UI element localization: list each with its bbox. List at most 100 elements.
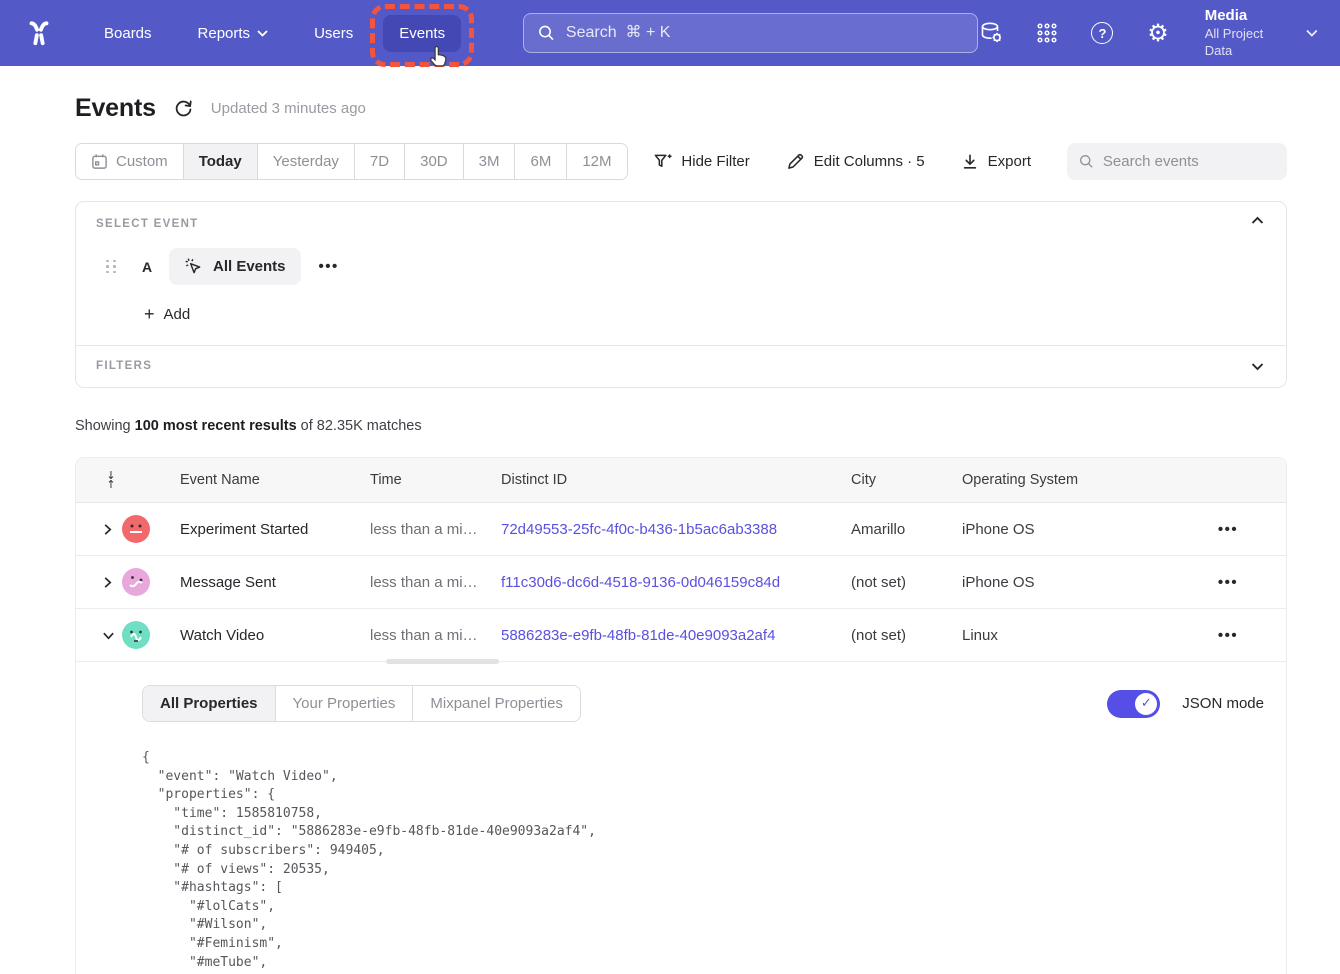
collapse-section-chevron-up-icon[interactable]	[1251, 216, 1264, 225]
events-page: Events Updated 3 minutes ago Custom Toda…	[75, 94, 1287, 974]
top-navbar: Boards Reports Users Events	[0, 0, 1340, 66]
global-search[interactable]	[523, 13, 978, 53]
chevron-down-icon	[102, 630, 115, 641]
row-more-options-button[interactable]: •••	[1170, 627, 1286, 644]
step-letter: A	[139, 259, 155, 275]
event-avatar	[122, 568, 150, 596]
expand-section-chevron-down-icon[interactable]	[1251, 362, 1264, 371]
cell-city: Amarillo	[851, 521, 962, 538]
calendar-icon	[91, 153, 108, 170]
cell-time: less than a min...	[370, 521, 501, 538]
nav-item-label: Events	[399, 25, 445, 42]
cell-time: less than a min...	[370, 627, 501, 644]
cell-os: iPhone OS	[962, 521, 1170, 538]
date-option-today[interactable]: Today	[184, 144, 258, 179]
date-option-custom[interactable]: Custom	[76, 144, 184, 179]
settings-gear-icon[interactable]: ⚙	[1145, 20, 1170, 46]
event-avatar	[122, 515, 150, 543]
cell-distinct-id-link[interactable]: f11c30d6-dc6d-4518-9136-0d046159c84d	[501, 574, 851, 591]
nav-item-users[interactable]: Users	[298, 15, 369, 52]
search-events-input[interactable]	[1103, 153, 1275, 170]
toggle-check-icon: ✓	[1135, 693, 1157, 715]
nav-item-reports[interactable]: Reports	[182, 15, 285, 52]
cell-event-name: Message Sent	[180, 574, 370, 591]
chevron-down-icon	[257, 30, 268, 37]
select-event-label: SELECT EVENT	[96, 218, 1266, 230]
select-event-section: SELECT EVENT A All Events ••• + Add	[76, 202, 1286, 345]
column-header-distinct-id[interactable]: Distinct ID	[501, 472, 851, 488]
edit-columns-button[interactable]: Edit Columns · 5	[786, 152, 925, 171]
download-icon	[961, 153, 979, 171]
collapse-row-button[interactable]	[102, 630, 122, 641]
tab-all-properties[interactable]: All Properties	[143, 686, 276, 721]
cell-distinct-id-link[interactable]: 5886283e-e9fb-48fb-81de-40e9093a2af4	[501, 627, 851, 644]
last-updated-text: Updated 3 minutes ago	[211, 100, 366, 117]
add-event-button[interactable]: + Add	[144, 305, 1266, 323]
annotation-cursor-icon	[428, 45, 450, 69]
row-more-options-button[interactable]: •••	[1170, 574, 1286, 591]
table-row-expanded[interactable]: Watch Video less than a min... 5886283e-…	[76, 609, 1286, 662]
date-option-12m[interactable]: 12M	[567, 144, 626, 179]
date-option-yesterday[interactable]: Yesterday	[258, 144, 355, 179]
export-button[interactable]: Export	[961, 153, 1031, 171]
column-header-event-name[interactable]: Event Name	[180, 472, 370, 488]
tab-your-properties[interactable]: Your Properties	[276, 686, 414, 721]
project-selector[interactable]: Media All Project Data	[1205, 6, 1318, 59]
cell-os: Linux	[962, 627, 1170, 644]
column-header-time[interactable]: Time	[370, 472, 501, 488]
cell-distinct-id-link[interactable]: 72d49553-25fc-4f0c-b436-1b5ac6ab3388	[501, 521, 851, 538]
row-more-options-button[interactable]: •••	[1170, 521, 1286, 538]
filter-funnel-icon	[653, 152, 672, 171]
date-option-7d[interactable]: 7D	[355, 144, 405, 179]
query-builder-card: SELECT EVENT A All Events ••• + Add	[75, 201, 1287, 388]
data-management-icon[interactable]	[978, 20, 1004, 46]
json-mode-toggle[interactable]: ✓	[1107, 690, 1160, 718]
expand-row-button[interactable]	[102, 576, 122, 589]
date-option-3m[interactable]: 3M	[464, 144, 516, 179]
date-option-6m[interactable]: 6M	[515, 144, 567, 179]
horizontal-scrollbar-thumb[interactable]	[386, 659, 499, 664]
refresh-icon[interactable]	[174, 99, 193, 118]
event-more-options-button[interactable]: •••	[315, 258, 343, 275]
table-row[interactable]: Experiment Started less than a min... 72…	[76, 503, 1286, 556]
project-name: Media	[1205, 6, 1293, 26]
mixpanel-logo[interactable]	[22, 16, 56, 50]
search-icon	[1079, 153, 1094, 170]
expand-row-button[interactable]	[102, 523, 122, 536]
page-title: Events	[75, 94, 156, 123]
filters-section: FILTERS	[76, 346, 1286, 387]
cell-event-name: Watch Video	[180, 627, 370, 644]
hide-filter-button[interactable]: Hide Filter	[653, 152, 749, 171]
table-row[interactable]: Message Sent less than a min... f11c30d6…	[76, 556, 1286, 609]
collapse-all-rows-icon[interactable]: ↓↑	[100, 471, 122, 489]
tab-mixpanel-properties[interactable]: Mixpanel Properties	[413, 686, 580, 721]
global-search-input[interactable]	[566, 24, 963, 42]
nav-item-boards[interactable]: Boards	[88, 15, 168, 52]
help-icon[interactable]: ?	[1090, 20, 1115, 46]
date-option-30d[interactable]: 30D	[405, 144, 464, 179]
cell-event-name: Experiment Started	[180, 521, 370, 538]
navbar-actions: ? ⚙ Media All Project Data	[978, 6, 1318, 59]
event-detail-panel: All Properties Your Properties Mixpanel …	[76, 662, 1286, 974]
cell-city: (not set)	[851, 627, 962, 644]
search-events-box[interactable]	[1067, 143, 1287, 180]
drag-handle[interactable]	[106, 260, 117, 274]
event-selector-pill[interactable]: All Events	[169, 248, 301, 285]
nav-item-label: Reports	[198, 25, 251, 42]
nav-item-label: Boards	[104, 25, 152, 42]
cell-os: iPhone OS	[962, 574, 1170, 591]
apps-grid-icon[interactable]	[1034, 20, 1059, 46]
filters-label: FILTERS	[96, 360, 1266, 372]
nav-item-events[interactable]: Events	[383, 15, 461, 52]
chevron-down-icon	[1306, 29, 1318, 37]
primary-nav: Boards Reports Users Events	[88, 15, 461, 52]
json-mode-label: JSON mode	[1182, 695, 1264, 712]
event-json-viewer: { "event": "Watch Video", "properties": …	[142, 749, 1266, 974]
cell-time: less than a min...	[370, 574, 501, 591]
cell-city: (not set)	[851, 574, 962, 591]
nav-item-label: Users	[314, 25, 353, 42]
chevron-right-icon	[102, 576, 113, 589]
column-header-city[interactable]: City	[851, 472, 962, 488]
table-header-row: ↓↑ Event Name Time Distinct ID City Oper…	[76, 458, 1286, 503]
column-header-operating-system[interactable]: Operating System	[962, 472, 1170, 488]
